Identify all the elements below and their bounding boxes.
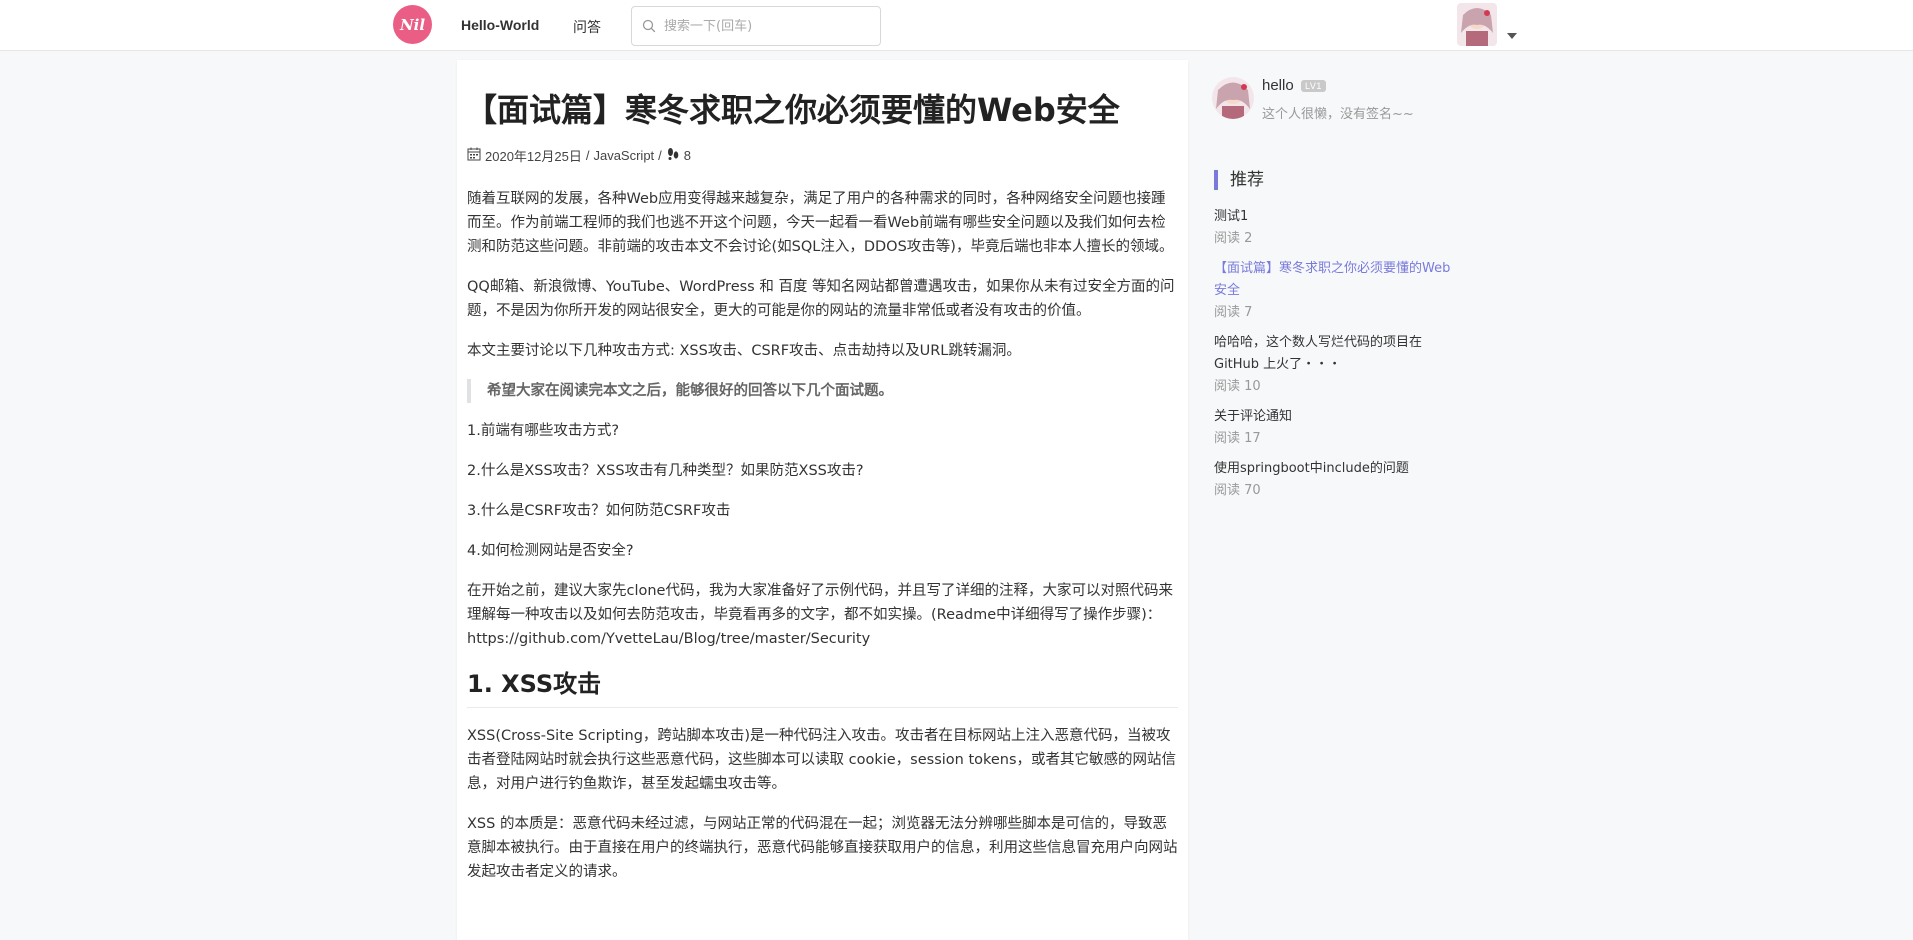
article-date: 2020年12月25日	[485, 149, 582, 164]
user-avatar[interactable]	[1457, 3, 1497, 46]
top-navbar: Nil Hello-World 问答	[0, 0, 1913, 51]
article-meta: 2020年12月25日 / JavaScript / 8	[467, 146, 1178, 165]
question: 1.前端有哪些攻击方式?	[467, 423, 620, 439]
author-signature: 这个人很懒，没有签名~~	[1262, 107, 1414, 122]
paragraph: QQ邮箱、新浪微博、YouTube、WordPress 和 百度 等知名网站都曾…	[467, 279, 1175, 319]
recommend-heading: 推荐	[1214, 170, 1264, 190]
meta-separator: /	[658, 148, 662, 163]
blockquote: 希望大家在阅读完本文之后，能够很好的回答以下几个面试题。	[467, 379, 1178, 403]
article-title: 【面试篇】寒冬求职之你必须要懂的Web安全	[465, 91, 1120, 129]
list-item: 使用springboot中include的问题 阅读 70	[1214, 458, 1454, 502]
recommend-link[interactable]: 哈哈哈，这个数人写烂代码的项目在GitHub 上火了・・・	[1214, 332, 1454, 376]
recommend-link[interactable]: 测试1	[1214, 206, 1454, 228]
read-count: 阅读 17	[1214, 431, 1261, 446]
recommend-list: 测试1 阅读 2 【面试篇】寒冬求职之你必须要懂的Web安全 阅读 7 哈哈哈，…	[1214, 206, 1454, 510]
caret-down-icon[interactable]	[1507, 33, 1517, 39]
calendar-icon	[467, 147, 481, 164]
search-icon	[642, 18, 658, 34]
question: 4.如何检测网站是否安全?	[467, 543, 634, 559]
list-item: 测试1 阅读 2	[1214, 206, 1454, 250]
nav-hello-world[interactable]: Hello-World	[461, 17, 539, 33]
level-badge: LV1	[1301, 80, 1326, 92]
question: 2.什么是XSS攻击？XSS攻击有几种类型？如果防范XSS攻击?	[467, 463, 864, 479]
footprint-icon	[666, 147, 680, 164]
article-card: 【面试篇】寒冬求职之你必须要懂的Web安全 2020年12月25日 / Java…	[457, 60, 1188, 940]
list-item: 关于评论通知 阅读 17	[1214, 406, 1454, 450]
article-content: 随着互联网的发展，各种Web应用变得越来越复杂，满足了用户的各种需求的同时，各种…	[467, 187, 1178, 884]
author-profile: hello LV1 这个人很懒，没有签名~~	[1212, 75, 1472, 123]
section-heading: 1. XSS攻击	[467, 667, 1178, 708]
recommend-link[interactable]: 使用springboot中include的问题	[1214, 458, 1454, 480]
paragraph: XSS(Cross-Site Scripting，跨站脚本攻击)是一种代码注入攻…	[467, 728, 1177, 792]
read-count: 阅读 2	[1214, 231, 1253, 246]
search-box[interactable]	[631, 6, 881, 46]
read-count: 阅读 70	[1214, 483, 1261, 498]
recommend-link[interactable]: 【面试篇】寒冬求职之你必须要懂的Web安全	[1214, 258, 1454, 302]
search-input[interactable]	[664, 18, 864, 34]
author-avatar[interactable]	[1212, 77, 1254, 119]
question: 3.什么是CSRF攻击？如何防范CSRF攻击	[467, 503, 731, 519]
paragraph: 随着互联网的发展，各种Web应用变得越来越复杂，满足了用户的各种需求的同时，各种…	[467, 191, 1174, 255]
list-item: 哈哈哈，这个数人写烂代码的项目在GitHub 上火了・・・ 阅读 10	[1214, 332, 1454, 398]
nav-qa[interactable]: 问答	[573, 17, 601, 37]
article-views: 8	[683, 148, 692, 163]
paragraph: 本文主要讨论以下几种攻击方式: XSS攻击、CSRF攻击、点击劫持以及URL跳转…	[467, 343, 1021, 359]
read-count: 阅读 10	[1214, 379, 1261, 394]
site-logo[interactable]: Nil	[393, 5, 432, 44]
article-category[interactable]: JavaScript	[593, 148, 654, 163]
meta-separator: /	[585, 148, 590, 163]
recommend-link[interactable]: 关于评论通知	[1214, 406, 1454, 428]
list-item: 【面试篇】寒冬求职之你必须要懂的Web安全 阅读 7	[1214, 258, 1454, 324]
paragraph: 在开始之前，建议大家先clone代码，我为大家准备好了示例代码，并且写了详细的注…	[467, 583, 1173, 647]
read-count: 阅读 7	[1214, 305, 1253, 320]
paragraph: XSS 的本质是：恶意代码未经过滤，与网站正常的代码混在一起；浏览器无法分辨哪些…	[467, 816, 1178, 880]
author-name[interactable]: hello	[1262, 77, 1294, 94]
